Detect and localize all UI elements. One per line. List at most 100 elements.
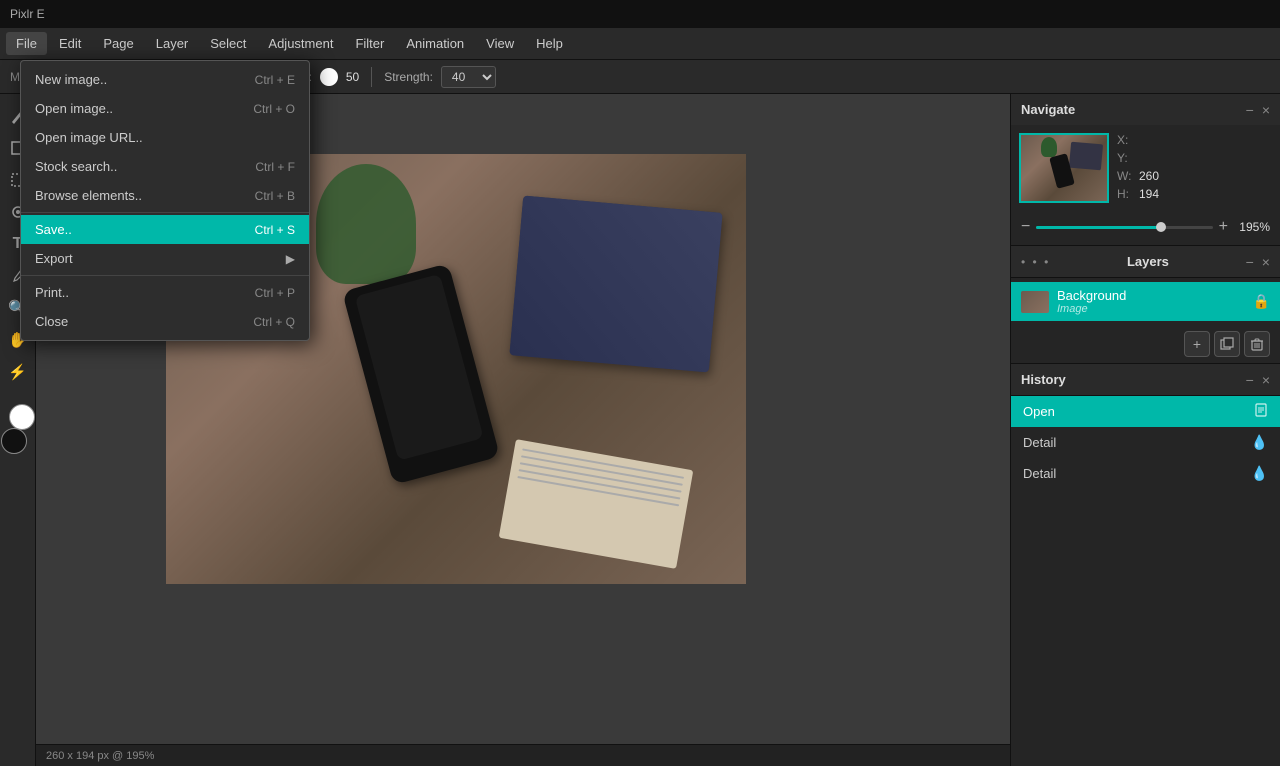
- foreground-color[interactable]: [9, 404, 35, 430]
- print-label: Print..: [35, 285, 69, 300]
- status-text: 260 x 194 px @ 195%: [46, 750, 154, 762]
- menu-divider-2: [21, 275, 309, 276]
- history-list: Open Detail 💧 Detail: [1011, 396, 1280, 489]
- navigate-section: Navigate − × X: Y:: [1011, 94, 1280, 246]
- zoom-control: − + 195%: [1011, 213, 1280, 245]
- menu-stock-search[interactable]: Stock search.. Ctrl + F: [21, 152, 309, 181]
- h-value: 194: [1139, 187, 1159, 201]
- strength-select[interactable]: 40 20 60 80 100: [441, 66, 496, 88]
- menu-edit[interactable]: Edit: [49, 32, 91, 55]
- coord-h: H: 194: [1117, 187, 1272, 201]
- browse-elements-label: Browse elements..: [35, 188, 142, 203]
- history-header: History − ×: [1011, 364, 1280, 396]
- zoom-slider[interactable]: [1036, 226, 1212, 229]
- menu-file[interactable]: File: [6, 32, 47, 55]
- layers-controls: − ×: [1246, 255, 1270, 269]
- navigate-controls: − ×: [1246, 103, 1270, 117]
- menu-divider-1: [21, 212, 309, 213]
- toolbar-sep-2: [371, 67, 372, 87]
- tool-lightning[interactable]: ⚡: [4, 358, 32, 386]
- menu-close[interactable]: Close Ctrl + Q: [21, 307, 309, 336]
- layer-type: Image: [1057, 303, 1245, 315]
- menu-animation[interactable]: Animation: [396, 32, 474, 55]
- menu-save[interactable]: Save.. Ctrl + S: [21, 215, 309, 244]
- zoom-slider-fill: [1036, 226, 1159, 229]
- history-open-icon: [1254, 403, 1268, 420]
- layers-list: Background Image 🔒: [1011, 278, 1280, 325]
- zoom-out-btn[interactable]: −: [1021, 219, 1030, 235]
- menu-filter[interactable]: Filter: [345, 32, 394, 55]
- nav-thumbnail: [1019, 133, 1109, 203]
- open-url-label: Open image URL..: [35, 130, 143, 145]
- right-panel: Navigate − × X: Y:: [1010, 94, 1280, 766]
- layer-thumbnail: [1021, 291, 1049, 313]
- layers-header: • • • Layers − ×: [1011, 246, 1280, 278]
- layers-minimize[interactable]: −: [1246, 255, 1254, 269]
- export-label: Export: [35, 251, 73, 266]
- history-controls: − ×: [1246, 373, 1270, 387]
- coord-y: Y:: [1117, 151, 1272, 165]
- brush-size: 50: [346, 70, 359, 84]
- photo-plant: [316, 164, 416, 284]
- new-image-label: New image..: [35, 72, 107, 87]
- layers-close[interactable]: ×: [1262, 255, 1270, 269]
- browse-elements-shortcut: Ctrl + B: [255, 189, 295, 203]
- app-title: Pixlr E: [10, 7, 45, 21]
- menu-open-url[interactable]: Open image URL..: [21, 123, 309, 152]
- menu-select[interactable]: Select: [200, 32, 256, 55]
- nav-coords: X: Y: W: 260 H: 194: [1117, 133, 1272, 205]
- export-submenu-arrow: ▶: [286, 252, 295, 266]
- navigate-close[interactable]: ×: [1262, 103, 1270, 117]
- photo-phone: [342, 263, 500, 485]
- h-label: H:: [1117, 187, 1133, 201]
- background-color[interactable]: [1, 428, 27, 454]
- layers-section: • • • Layers − × Background Image 🔒: [1011, 246, 1280, 364]
- history-close[interactable]: ×: [1262, 373, 1270, 387]
- menu-browse-elements[interactable]: Browse elements.. Ctrl + B: [21, 181, 309, 210]
- history-detail2-icon: 💧: [1251, 465, 1268, 482]
- print-shortcut: Ctrl + P: [255, 286, 295, 300]
- menu-open-image[interactable]: Open image.. Ctrl + O: [21, 94, 309, 123]
- open-image-label: Open image..: [35, 101, 113, 116]
- zoom-in-btn[interactable]: +: [1219, 219, 1228, 235]
- delete-layer-btn[interactable]: [1244, 331, 1270, 357]
- layer-lock-icon[interactable]: 🔒: [1253, 293, 1270, 310]
- duplicate-layer-btn[interactable]: [1214, 331, 1240, 357]
- history-section: History − × Open: [1011, 364, 1280, 766]
- photo-notebook: [499, 439, 694, 569]
- y-label: Y:: [1117, 151, 1133, 165]
- zoom-slider-thumb: [1156, 222, 1166, 232]
- w-value: 260: [1139, 169, 1159, 183]
- nav-thumb-laptop: [1069, 142, 1103, 171]
- status-bar: 260 x 194 px @ 195%: [36, 744, 1010, 766]
- menu-new-image[interactable]: New image.. Ctrl + E: [21, 65, 309, 94]
- stock-search-label: Stock search..: [35, 159, 117, 174]
- photo-laptop: [509, 196, 722, 373]
- history-minimize[interactable]: −: [1246, 373, 1254, 387]
- history-item-detail-1[interactable]: Detail 💧: [1011, 427, 1280, 458]
- navigate-content: X: Y: W: 260 H: 194: [1011, 125, 1280, 213]
- coord-x: X:: [1117, 133, 1272, 147]
- brush-circle: [320, 68, 338, 86]
- menu-page[interactable]: Page: [93, 32, 143, 55]
- navigate-minimize[interactable]: −: [1246, 103, 1254, 117]
- coord-w: W: 260: [1117, 169, 1272, 183]
- history-item-detail-2[interactable]: Detail 💧: [1011, 458, 1280, 489]
- color-swatches: [5, 398, 31, 454]
- menu-print[interactable]: Print.. Ctrl + P: [21, 278, 309, 307]
- menu-view[interactable]: View: [476, 32, 524, 55]
- add-layer-btn[interactable]: +: [1184, 331, 1210, 357]
- history-detail1-icon: 💧: [1251, 434, 1268, 451]
- stock-search-shortcut: Ctrl + F: [255, 160, 295, 174]
- layer-name: Background: [1057, 288, 1245, 303]
- layer-info: Background Image: [1057, 288, 1245, 315]
- w-label: W:: [1117, 169, 1133, 183]
- x-label: X:: [1117, 133, 1133, 147]
- menu-help[interactable]: Help: [526, 32, 573, 55]
- menu-layer[interactable]: Layer: [146, 32, 199, 55]
- history-open-label: Open: [1023, 404, 1055, 419]
- menu-adjustment[interactable]: Adjustment: [258, 32, 343, 55]
- menu-export[interactable]: Export ▶: [21, 244, 309, 273]
- history-item-open[interactable]: Open: [1011, 396, 1280, 427]
- layer-item-background[interactable]: Background Image 🔒: [1011, 282, 1280, 321]
